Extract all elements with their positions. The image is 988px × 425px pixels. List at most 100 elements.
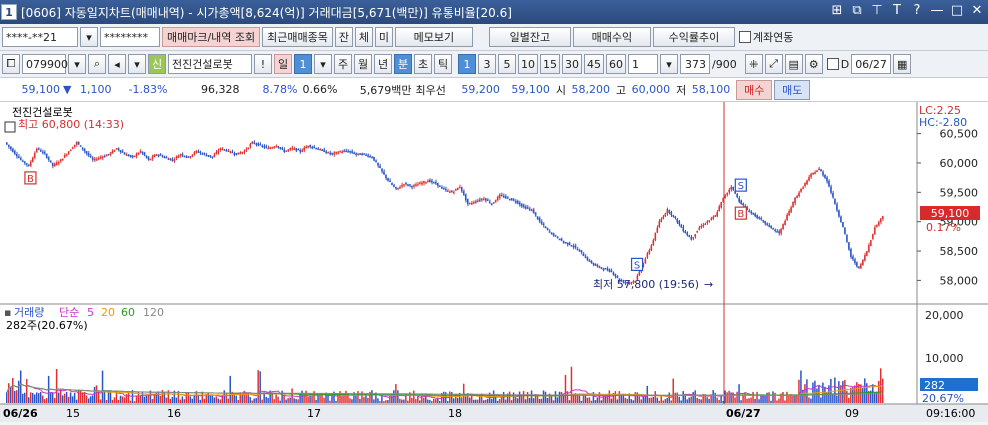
period-day-count[interactable]: 1 bbox=[294, 54, 312, 74]
volume-bar bbox=[11, 378, 14, 403]
period-tick[interactable]: 틱 bbox=[434, 54, 452, 74]
daily-balance-button[interactable]: 일별잔고 bbox=[488, 27, 571, 47]
volume-bar bbox=[179, 399, 182, 403]
minute-15[interactable]: 15 bbox=[540, 54, 560, 74]
interval-field[interactable]: 1 bbox=[628, 54, 658, 74]
volume-bar bbox=[820, 397, 822, 403]
tab-filled[interactable]: 체 bbox=[354, 27, 373, 47]
candle-body bbox=[387, 178, 389, 181]
volume-bar bbox=[746, 398, 748, 403]
prev-dropdown[interactable]: ▾ bbox=[128, 54, 146, 74]
pin-icon[interactable]: ⊤ bbox=[870, 3, 884, 18]
volume-bar bbox=[590, 400, 593, 403]
font-icon[interactable]: T bbox=[890, 3, 904, 18]
return-trend-button[interactable]: 수익률추이 bbox=[652, 27, 735, 47]
account-field[interactable]: ****-**21 bbox=[2, 27, 78, 47]
minute-45[interactable]: 45 bbox=[584, 54, 604, 74]
candle-body bbox=[305, 146, 307, 149]
volume-bar bbox=[323, 397, 325, 403]
volume-bar bbox=[810, 398, 812, 403]
volume-bar bbox=[846, 390, 848, 403]
minute-5[interactable]: 5 bbox=[498, 54, 516, 74]
candle-body bbox=[652, 239, 655, 246]
stock-code-field[interactable]: 079900 bbox=[22, 54, 68, 74]
save-icon[interactable]: ▤ bbox=[784, 54, 803, 74]
candle-body bbox=[526, 207, 529, 209]
memo-button[interactable]: 메모보기 bbox=[394, 27, 473, 47]
help-icon[interactable]: ? bbox=[910, 3, 924, 18]
candle-body bbox=[183, 155, 186, 158]
account-dropdown[interactable]: ▾ bbox=[80, 27, 98, 47]
candle-body bbox=[259, 144, 262, 146]
stock-list-icon[interactable]: ⧠ bbox=[2, 54, 20, 74]
volume-bar bbox=[297, 399, 299, 403]
period-year[interactable]: 년 bbox=[374, 54, 392, 74]
chart-toolbar: ⧠ 079900 ▾ ⌕ ◂ ▾ 신 전진건설로봇 ! 일 1 ▾ 주 월 년 … bbox=[0, 51, 988, 78]
tool-icon[interactable]: ⤢ bbox=[764, 54, 783, 74]
volume-bar bbox=[542, 390, 545, 403]
calendar-icon[interactable]: ▦ bbox=[893, 54, 912, 74]
volume-bar bbox=[578, 395, 581, 403]
volume-bar bbox=[77, 389, 80, 403]
volume-bar bbox=[351, 399, 353, 403]
copy-window-icon[interactable]: ⧉ bbox=[850, 3, 864, 18]
date-checkbox[interactable] bbox=[826, 58, 839, 70]
count-field[interactable]: 373 bbox=[680, 54, 710, 74]
ma-60-label: 60 bbox=[121, 306, 135, 319]
high-label: 고 bbox=[615, 83, 627, 97]
period-second[interactable]: 초 bbox=[414, 54, 432, 74]
volume-bar bbox=[576, 395, 579, 403]
linked-checkbox[interactable] bbox=[738, 31, 751, 43]
minute-3[interactable]: 3 bbox=[478, 54, 496, 74]
tab-balance[interactable]: 잔 bbox=[334, 27, 353, 47]
grid-toggle-icon[interactable] bbox=[4, 121, 16, 133]
period-month[interactable]: 월 bbox=[354, 54, 372, 74]
crosshair-icon[interactable]: ⁜ bbox=[744, 54, 763, 74]
volume-bar bbox=[227, 398, 229, 403]
candle-body bbox=[147, 157, 150, 160]
trade-mark-button[interactable]: 매매마크/내역 조회 bbox=[162, 27, 261, 47]
interval-dropdown[interactable]: ▾ bbox=[660, 54, 678, 74]
settings-icon[interactable]: ⚙ bbox=[804, 54, 823, 74]
candle-body bbox=[584, 256, 587, 259]
candle-body bbox=[83, 149, 86, 152]
candle-body bbox=[393, 185, 395, 187]
period-minute[interactable]: 분 bbox=[394, 54, 412, 74]
maximize-icon[interactable]: □ bbox=[950, 3, 964, 18]
close-icon[interactable]: ✕ bbox=[970, 3, 984, 18]
minute-60[interactable]: 60 bbox=[606, 54, 626, 74]
candle-body bbox=[253, 142, 256, 144]
alert-button[interactable]: ! bbox=[254, 54, 272, 74]
price-chart-svg[interactable]: 전진건설로봇 최고 60,800 (14:33) 최저 57,800 (19:5… bbox=[0, 102, 988, 422]
period-week[interactable]: 주 bbox=[334, 54, 352, 74]
candle-body bbox=[762, 220, 764, 222]
minute-10[interactable]: 10 bbox=[518, 54, 538, 74]
trade-profit-button[interactable]: 매매수익 bbox=[572, 27, 651, 47]
code-dropdown[interactable]: ▾ bbox=[68, 54, 86, 74]
period-day-button[interactable]: 일 bbox=[274, 54, 292, 74]
chart-area[interactable]: 전진건설로봇 최고 60,800 (14:33) 최저 57,800 (19:5… bbox=[0, 102, 988, 422]
sell-button[interactable]: 매도 bbox=[774, 79, 811, 100]
buy-button[interactable]: 매수 bbox=[736, 79, 773, 100]
volume-bar bbox=[95, 385, 98, 403]
volume-bar bbox=[233, 395, 235, 403]
candle-body bbox=[57, 162, 60, 164]
time-label-0626: 06/26 bbox=[3, 407, 38, 420]
search-icon[interactable]: ⌕ bbox=[88, 54, 106, 74]
grid-icon[interactable]: ⊞ bbox=[830, 3, 844, 18]
tab-unfilled[interactable]: 미 bbox=[374, 27, 393, 47]
price-tick-label: 60,500 bbox=[940, 128, 979, 141]
candle-body bbox=[227, 150, 230, 152]
date-field[interactable]: 06/27 bbox=[851, 54, 892, 74]
password-field[interactable]: ******** bbox=[100, 27, 160, 47]
recent-trades-button[interactable]: 최근매매종목 bbox=[262, 27, 333, 47]
time-label-17: 17 bbox=[307, 407, 321, 420]
sound-icon[interactable]: ◂ bbox=[108, 54, 126, 74]
candle-body bbox=[672, 215, 675, 217]
volume-bar bbox=[13, 390, 16, 403]
minimize-icon[interactable]: — bbox=[930, 3, 944, 18]
minute-30[interactable]: 30 bbox=[562, 54, 582, 74]
period-dropdown[interactable]: ▾ bbox=[314, 54, 332, 74]
minute-1[interactable]: 1 bbox=[458, 54, 476, 74]
candle-body bbox=[700, 225, 703, 228]
